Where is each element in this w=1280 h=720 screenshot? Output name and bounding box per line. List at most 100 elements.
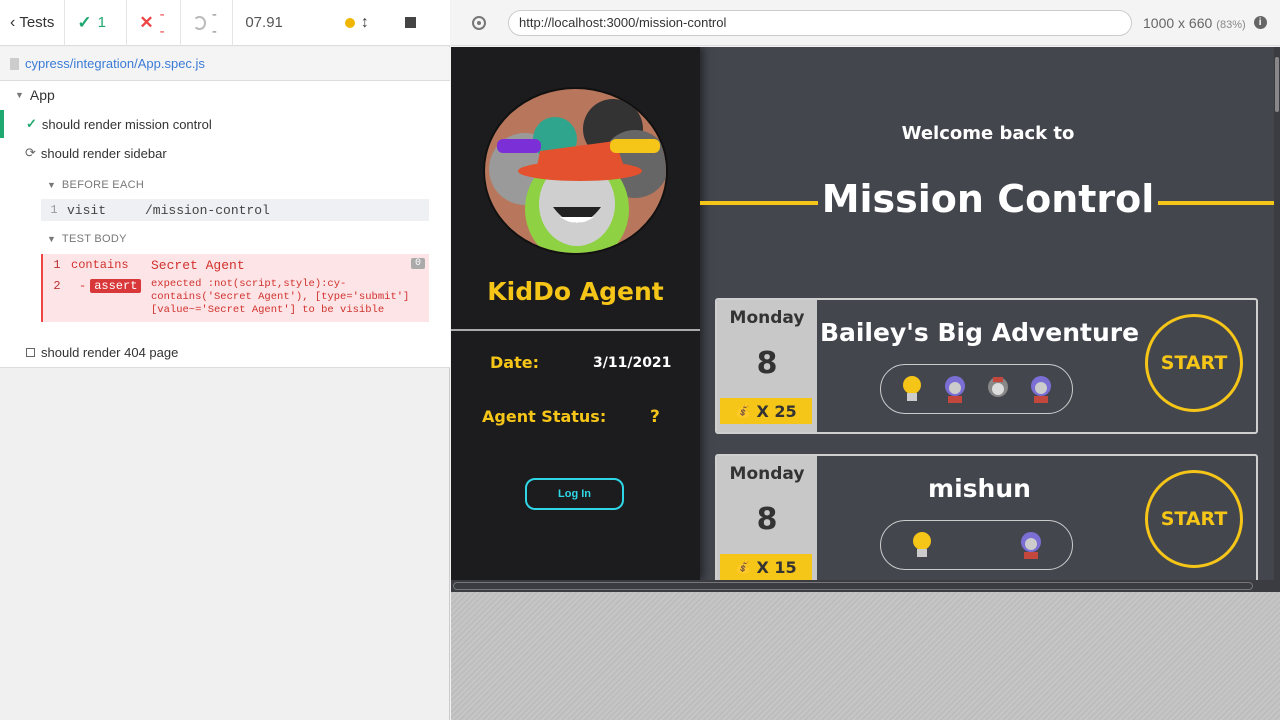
duration-value: 07.91 [245, 14, 283, 31]
robot-agent-icon [987, 377, 1008, 397]
passed-count: ✓ 1 [65, 0, 128, 46]
pending-count: -- [181, 0, 234, 46]
hook-title: BEFORE EACH [61, 179, 145, 191]
test-item[interactable]: ⟳ should render sidebar [25, 145, 167, 161]
status-value: ? [650, 407, 660, 427]
app-preview: KidDo Agent Date: 3/11/2021 Agent Status… [451, 47, 1280, 580]
file-icon [10, 57, 19, 70]
stop-icon[interactable] [404, 17, 416, 28]
start-button[interactable]: START [1145, 314, 1243, 412]
suite-title: App [29, 87, 55, 103]
test-title: should render sidebar [40, 145, 167, 161]
command-row[interactable]: 2 - assert [43, 279, 142, 293]
before-each-hook[interactable]: ▼ BEFORE EACH [47, 179, 144, 191]
spec-path-bar: cypress/integration/App.spec.js [0, 47, 450, 81]
refresh-icon: ⟳ [25, 145, 36, 160]
scroll-toggle-icon[interactable]: ↕ [361, 14, 369, 32]
test-list: ▼ App ✓ should render mission control ⟳ … [0, 81, 450, 368]
agent-name: KidDo Agent [487, 277, 664, 306]
suite-app[interactable]: ▼ App [15, 87, 55, 103]
welcome-text: Welcome back to [901, 123, 1075, 144]
command-number: 1 [50, 203, 58, 217]
command-count-badge: 0 [410, 258, 425, 269]
card-date-number: 8 [756, 346, 778, 381]
viewport-scale: (83%) [1216, 18, 1246, 31]
mission-title: Bailey's Big Adventure [819, 318, 1140, 347]
scroll-thumb[interactable] [453, 582, 1253, 590]
passed-value: 1 [97, 14, 106, 31]
runner-header: ‹ Tests ✓ 1 ✕ -- -- 07.91 ↕ [0, 0, 450, 46]
start-button[interactable]: START [1145, 470, 1243, 568]
failed-command-block[interactable]: 1 contains Secret Agent 0 2 - assert exp… [41, 254, 429, 322]
reward-badge: 💰 X 25 [720, 398, 812, 424]
pending-box-icon [26, 348, 35, 357]
card-day: Monday [729, 308, 805, 328]
duration-display: 07.91 [233, 0, 295, 46]
info-icon[interactable]: i [1253, 16, 1267, 29]
purple-hair-agent-icon [1030, 376, 1051, 403]
horizontal-scrollbar[interactable] [451, 580, 1280, 592]
chevron-left-icon: ‹ [10, 13, 16, 31]
reward-value: X 15 [756, 557, 797, 577]
date-label: Date: [490, 353, 539, 372]
sidebar-divider [451, 329, 700, 331]
reward-value: X 25 [756, 401, 797, 421]
check-icon: ✓ [77, 12, 92, 32]
mission-card[interactable]: Monday 8 💰 X 15 mishun START [715, 454, 1258, 580]
scroll-thumb[interactable] [1275, 57, 1279, 112]
command-dash: - [79, 279, 87, 293]
reward-badge: 💰 X 15 [720, 554, 812, 580]
spec-path-link[interactable]: cypress/integration/App.spec.js [25, 56, 205, 71]
command-number: 2 [53, 279, 61, 293]
url-field[interactable]: http://localhost:3000/mission-control [508, 9, 1132, 36]
lightbulb-agent-icon [903, 376, 922, 401]
date-value: 3/11/2021 [593, 355, 672, 371]
purple-hair-agent-icon [1021, 532, 1041, 559]
pending-value: -- [211, 5, 217, 40]
money-bag-icon: 💰 [735, 559, 752, 575]
caret-down-icon: ▼ [47, 234, 56, 244]
command-row[interactable]: 1 visit /mission-control [41, 199, 429, 221]
pending-circle-icon [193, 15, 206, 30]
card-date-panel: Monday 8 💰 X 25 [717, 300, 817, 432]
command-name: contains [71, 258, 129, 272]
test-title: should render mission control [41, 116, 212, 132]
failed-value: -- [159, 5, 165, 40]
test-body-hook[interactable]: ▼ TEST BODY [47, 233, 127, 245]
card-day: Monday [729, 464, 805, 484]
command-row[interactable]: 1 contains Secret Agent [43, 258, 245, 273]
participant-icons [880, 364, 1073, 414]
browser-url-bar: http://localhost:3000/mission-control 10… [451, 0, 1280, 46]
failed-count: ✕ -- [127, 0, 182, 46]
agent-sidebar: KidDo Agent Date: 3/11/2021 Agent Status… [451, 47, 700, 580]
money-bag-icon: 💰 [735, 403, 752, 419]
selector-playground-icon[interactable] [472, 15, 486, 30]
login-button[interactable]: Log In [525, 478, 624, 510]
viewport-size: 1000 x 660 (83%) [1143, 15, 1246, 31]
test-runner-panel: ‹ Tests ✓ 1 ✕ -- -- 07.91 ↕ cypress/inte… [0, 0, 450, 720]
mission-title: mishun [928, 474, 1031, 503]
x-icon: ✕ [139, 12, 154, 32]
command-name: visit [67, 202, 107, 218]
assert-badge: assert [90, 279, 142, 293]
hook-title: TEST BODY [61, 233, 127, 245]
auto-scroll-indicator-icon [344, 17, 355, 28]
mission-control-main: Welcome back to Mission Control Monday 8… [700, 47, 1280, 580]
test-item[interactable]: ✓ should render mission control [26, 116, 212, 132]
vertical-scrollbar[interactable] [1274, 47, 1280, 580]
test-title: should render 404 page [41, 345, 179, 360]
viewport-dims: 1000 x 660 [1143, 14, 1213, 31]
caret-down-icon: ▼ [15, 90, 24, 100]
mission-card[interactable]: Monday 8 💰 X 25 Bailey's Big Adventure S… [715, 298, 1258, 434]
tests-button[interactable]: ‹ Tests [0, 0, 66, 46]
pass-indicator [0, 110, 4, 138]
purple-hair-agent-icon [945, 376, 966, 403]
agent-avatar [483, 87, 668, 255]
page-title: Mission Control [700, 177, 1276, 221]
status-label: Agent Status: [482, 407, 607, 426]
check-icon: ✓ [26, 116, 37, 131]
command-arg: Secret Agent [151, 258, 245, 273]
assert-message: expected :not(script,style):cy-contains(… [151, 278, 410, 316]
test-item[interactable]: should render 404 page [26, 345, 178, 360]
card-date-panel: Monday 8 💰 X 15 [717, 456, 817, 580]
